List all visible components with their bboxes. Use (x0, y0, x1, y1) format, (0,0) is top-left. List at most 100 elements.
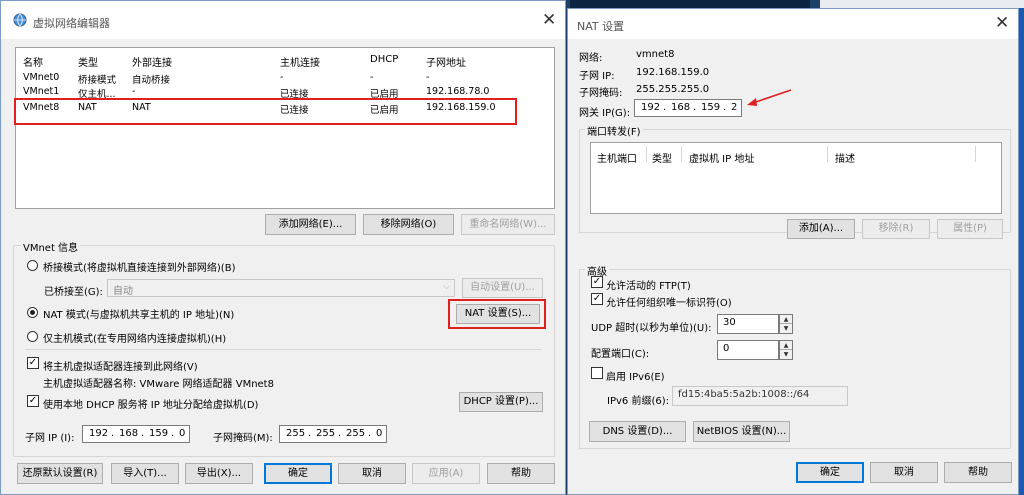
import-button[interactable]: 导入(T)... (111, 463, 179, 484)
subnet-ip-label: 子网 IP (I): (25, 433, 75, 444)
use-dhcp-label[interactable]: 使用本地 DHCP 服务将 IP 地址分配给虚拟机(D) (43, 396, 258, 411)
port-forwarding-label: 端口转发(F) (585, 123, 643, 138)
add-network-button[interactable]: 添加网络(E)... (265, 214, 356, 235)
ip-octet: 168 (671, 102, 691, 113)
vne-title: 虚拟网络编辑器 (33, 17, 110, 30)
properties-button[interactable]: 属性(P) (937, 219, 1003, 239)
host-only-label[interactable]: 仅主机模式(在专用网络内连接虚拟机)(H) (43, 330, 226, 345)
export-button[interactable]: 导出(X)... (185, 463, 253, 484)
cell-name: VMnet0 (23, 72, 60, 83)
chevron-down-icon[interactable]: ▼ (780, 324, 792, 333)
udp-timeout-stepper[interactable]: ▲ ▼ (779, 314, 793, 334)
connect-adapter-label[interactable]: 将主机虚拟适配器连接到此网络(V) (43, 358, 198, 373)
gateway-ip-label: 网关 IP(G): (579, 108, 631, 119)
ip-octet: 192 (89, 428, 109, 439)
table-row[interactable]: VMnet0 桥接模式 自动桥接 - - - (16, 72, 554, 86)
divider (25, 349, 541, 350)
col-header-host[interactable]: 主机连接 (280, 54, 320, 69)
bridged-to-value: 自动 (113, 286, 133, 297)
apply-button[interactable]: 应用(A) (412, 463, 480, 484)
bridge-mode-radio[interactable] (27, 260, 38, 271)
auto-settings-button[interactable]: 自动设置(U)... (462, 278, 543, 298)
ok-button[interactable]: 确定 (796, 462, 864, 483)
chevron-down-icon: ⌵ (443, 282, 450, 292)
col-divider (975, 146, 976, 162)
col-header-host-port[interactable]: 主机端口 (597, 150, 637, 165)
desktop-strip (570, 0, 810, 8)
netbios-settings-button[interactable]: NetBIOS 设置(N)... (693, 421, 790, 442)
ip-octet: 0 (179, 428, 186, 439)
rename-network-button[interactable]: 重命名网络(W)... (461, 214, 555, 235)
port-forwarding-list[interactable]: 主机端口 类型 虚拟机 IP 地址 描述 (590, 142, 1002, 214)
network-list[interactable]: 名称 类型 外部连接 主机连接 DHCP 子网地址 VMnet0 桥接模式 自动… (15, 47, 555, 209)
config-port-input[interactable]: 0 (717, 340, 779, 360)
col-header-external[interactable]: 外部连接 (132, 54, 172, 69)
allow-ftp-label[interactable]: 允许活动的 FTP(T) (606, 277, 691, 292)
dns-settings-button[interactable]: DNS 设置(D)... (589, 421, 686, 442)
vne-titlebar: 虚拟网络编辑器 ✕ (1, 1, 565, 39)
ok-button[interactable]: 确定 (264, 463, 332, 484)
nat-mode-radio[interactable] (27, 307, 38, 318)
cell-type: 桥接模式 (78, 75, 117, 86)
chevron-up-icon[interactable]: ▲ (780, 315, 792, 324)
ip-octet: 159 (149, 428, 169, 439)
ip-octet: 168 (119, 428, 139, 439)
ip-octet: 192 (641, 102, 661, 113)
enable-ipv6-label[interactable]: 启用 IPv6(E) (606, 368, 665, 383)
ipv6-prefix-label: IPv6 前缀(6): (607, 396, 669, 407)
subnet-mask-field[interactable]: 255 . 255 . 255 . 0 (279, 425, 387, 443)
config-port-stepper[interactable]: ▲ ▼ (779, 340, 793, 360)
connect-adapter-checkbox[interactable]: ✓ (27, 357, 39, 369)
restore-defaults-button[interactable]: 还原默认设置(R) (17, 463, 103, 484)
close-icon[interactable]: ✕ (995, 15, 1009, 32)
cell-host: - (280, 72, 284, 83)
col-header-subnet[interactable]: 子网地址 (426, 54, 466, 69)
col-header-dhcp[interactable]: DHCP (370, 54, 398, 65)
allow-oui-checkbox[interactable]: ✓ (591, 293, 603, 305)
enable-ipv6-checkbox[interactable] (591, 367, 603, 379)
bridged-to-label: 已桥接至(G): (44, 287, 103, 298)
remove-network-button[interactable]: 移除网络(O) (363, 214, 454, 235)
allow-ftp-checkbox[interactable]: ✓ (591, 276, 603, 288)
col-header-vm-ip[interactable]: 虚拟机 IP 地址 (689, 150, 754, 165)
bridged-to-select[interactable]: 自动 ⌵ (107, 279, 455, 297)
col-divider (827, 146, 828, 162)
cell-subnet: - (426, 72, 430, 83)
vmnet8-highlight-box (14, 98, 517, 125)
chevron-up-icon[interactable]: ▲ (780, 341, 792, 350)
red-arrow-icon (747, 89, 792, 106)
vmnet-info-label: VMnet 信息 (21, 239, 81, 254)
help-button[interactable]: 帮助 (944, 462, 1012, 483)
subnet-mask-label: 子网掩码(M): (213, 433, 273, 444)
col-header-type[interactable]: 类型 (78, 54, 98, 69)
subnet-ip-label: 子网 IP: (579, 71, 615, 82)
close-icon[interactable]: ✕ (542, 12, 556, 29)
col-header-type[interactable]: 类型 (652, 150, 672, 165)
cell-external: - (132, 86, 136, 97)
help-button[interactable]: 帮助 (487, 463, 555, 484)
add-port-button[interactable]: 添加(A)... (787, 219, 855, 239)
udp-timeout-input[interactable]: 30 (717, 314, 779, 334)
subnet-ip-field[interactable]: 192 . 168 . 159 . 0 (82, 425, 190, 443)
cell-dhcp: - (370, 72, 374, 83)
adapter-name-text: 主机虚拟适配器名称: VMware 网络适配器 VMnet8 (43, 379, 274, 390)
udp-timeout-label: UDP 超时(以秒为单位)(U): (591, 323, 712, 334)
col-header-name[interactable]: 名称 (23, 54, 43, 69)
cancel-button[interactable]: 取消 (870, 462, 938, 483)
remove-port-button[interactable]: 移除(R) (862, 219, 930, 239)
network-label: 网络: (579, 53, 603, 64)
dhcp-settings-button[interactable]: DHCP 设置(P)... (459, 392, 543, 412)
network-globe-icon (13, 13, 27, 27)
cancel-button[interactable]: 取消 (338, 463, 406, 484)
col-header-desc[interactable]: 描述 (835, 150, 855, 165)
chevron-down-icon[interactable]: ▼ (780, 350, 792, 359)
allow-oui-label[interactable]: 允许任何组织唯一标识符(O) (606, 294, 732, 309)
gateway-ip-field[interactable]: 192 . 168 . 159 . 2 (634, 99, 742, 117)
nat-mode-label[interactable]: NAT 模式(与虚拟机共享主机的 IP 地址)(N) (43, 306, 234, 321)
host-only-radio[interactable] (27, 331, 38, 342)
bridge-mode-label[interactable]: 桥接模式(将虚拟机直接连接到外部网络)(B) (43, 259, 235, 274)
mask-octet: 255 (316, 428, 336, 439)
ipv6-prefix-field[interactable]: fd15:4ba5:5a2b:1008::/64 (672, 386, 848, 406)
nat-titlebar: NAT 设置 ✕ (568, 9, 1018, 39)
use-dhcp-checkbox[interactable]: ✓ (27, 395, 39, 407)
